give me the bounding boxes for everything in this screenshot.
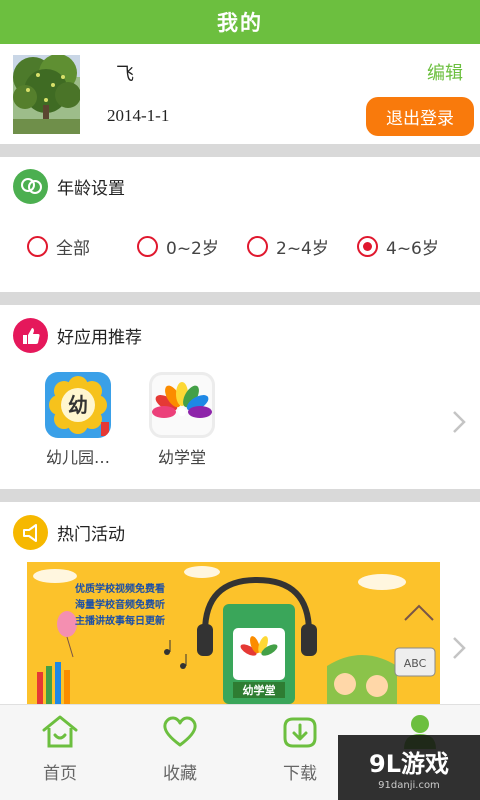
activity-banner[interactable]: 幼学堂 ABC 优质学校视频免费看 海量学校音频免费听 主播讲故事每日更新: [27, 562, 440, 704]
radio-selected-icon: [357, 236, 378, 257]
activity-section-header: 热门活动: [13, 515, 125, 550]
chevron-right-icon[interactable]: [452, 410, 466, 434]
age-option-all[interactable]: 全部: [27, 234, 90, 259]
youxuetang-app-icon: [149, 372, 215, 438]
radio-icon: [247, 236, 268, 257]
megaphone-icon: [13, 515, 48, 550]
download-icon: [283, 717, 317, 748]
edit-button[interactable]: 编辑: [427, 59, 463, 85]
section-divider: [0, 489, 480, 502]
section-divider: [0, 144, 480, 157]
apps-section-header: 好应用推荐: [13, 318, 142, 353]
thumbs-up-icon: [13, 318, 48, 353]
profile-card: 飞 2014-1-1 编辑 退出登录: [0, 44, 480, 144]
section-divider: [0, 292, 480, 305]
app-label: 幼学堂: [157, 448, 206, 467]
tab-home[interactable]: 首页: [0, 705, 120, 800]
banner-app-name: 幼学堂: [243, 683, 276, 697]
kindergarten-app-icon: 幼: [45, 372, 111, 438]
age-radio-group: 全部 0~2岁 2~4岁 4~6岁: [0, 234, 480, 264]
age-section-title: 年龄设置: [57, 179, 125, 199]
profile-date: 2014-1-1: [107, 106, 170, 125]
banner-line: 主播讲故事每日更新: [75, 616, 165, 627]
site-watermark: 9L游戏 91danji.com: [338, 735, 480, 800]
age-group-icon: [13, 169, 48, 204]
logout-button[interactable]: 退出登录: [366, 97, 474, 136]
page-title: 我的: [217, 11, 263, 35]
age-section-header: 年龄设置: [13, 169, 125, 204]
chevron-right-icon[interactable]: [452, 636, 466, 660]
tab-favorites[interactable]: 收藏: [120, 705, 240, 800]
age-option-0-2[interactable]: 0~2岁: [137, 234, 219, 259]
app-item-youxuetang[interactable]: 幼学堂: [137, 372, 227, 468]
title-bar: 我的: [0, 0, 480, 44]
app-label: 幼儿园…: [45, 448, 110, 467]
age-option-2-4[interactable]: 2~4岁: [247, 234, 329, 259]
apps-section-title: 好应用推荐: [57, 328, 142, 348]
banner-abc-sign: ABC: [404, 657, 427, 670]
watermark-logo: 9L游戏: [369, 750, 449, 778]
app-item-kindergarten[interactable]: 幼 幼儿园…: [33, 372, 123, 468]
age-option-4-6[interactable]: 4~6岁: [357, 234, 439, 259]
svg-text:幼: 幼: [68, 393, 88, 417]
heart-icon: [163, 716, 197, 747]
avatar[interactable]: [13, 55, 80, 134]
home-icon: [42, 715, 78, 748]
recommended-apps: 幼 幼儿园… 幼学堂: [0, 372, 480, 472]
username: 飞: [116, 64, 134, 85]
radio-icon: [137, 236, 158, 257]
activity-section-title: 热门活动: [57, 525, 125, 545]
banner-line: 优质学校视频免费看: [75, 584, 165, 595]
banner-line: 海量学校音频免费听: [75, 600, 165, 611]
watermark-url: 91danji.com: [378, 780, 440, 791]
radio-icon: [27, 236, 48, 257]
